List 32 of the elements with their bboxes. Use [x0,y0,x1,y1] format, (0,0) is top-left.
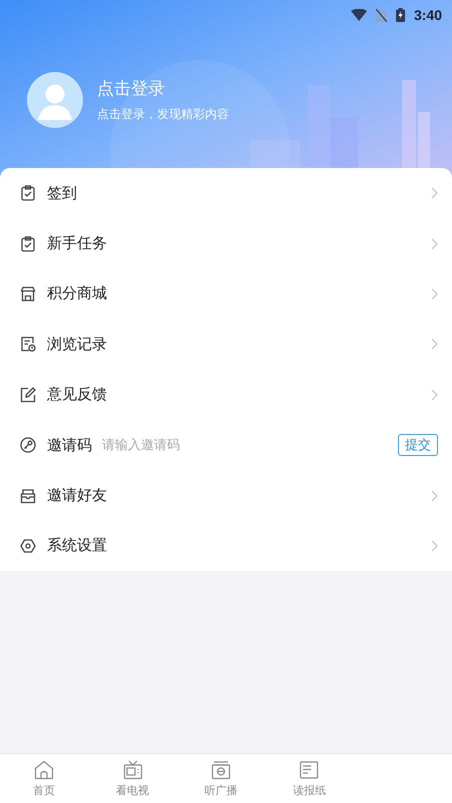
avatar-icon[interactable] [27,72,83,128]
login-subtitle: 点击登录，发现精彩内容 [97,106,229,123]
chevron-right-icon [431,288,438,300]
tv-icon [122,760,143,780]
status-time: 3:40 [414,7,442,23]
invite-code-field[interactable]: 请输入邀请码 [102,438,252,453]
chevron-right-icon [431,238,438,250]
store-icon [20,286,36,302]
menu-item-label[interactable]: 意见反馈 [47,385,107,404]
document-clock-icon [20,336,36,352]
tray-icon [20,488,36,504]
edit-icon [20,386,36,403]
menu-item-label[interactable]: 签到 [47,184,77,203]
newspaper-icon [299,760,320,780]
menu-item-label[interactable]: 系统设置 [47,536,107,556]
chevron-right-icon [431,490,438,502]
home-icon [34,760,54,780]
chevron-right-icon [431,187,438,200]
menu-item-label[interactable]: 新手任务 [47,234,107,254]
key-icon [20,437,36,454]
menu-item-label[interactable]: 浏览记录 [47,334,107,354]
radio-icon [210,760,231,780]
clipboard-check-icon [20,236,36,252]
chevron-right-icon [431,338,438,350]
chevron-right-icon [431,540,438,552]
chevron-right-icon [431,388,438,401]
settings-icon [20,538,36,554]
clipboard-check-icon [20,185,36,202]
menu-item-label[interactable]: 积分商城 [47,284,107,304]
invite-code-label: 邀请码 [47,436,92,455]
menu-item-label[interactable]: 邀请好友 [47,486,107,506]
wifi-icon [350,9,367,21]
